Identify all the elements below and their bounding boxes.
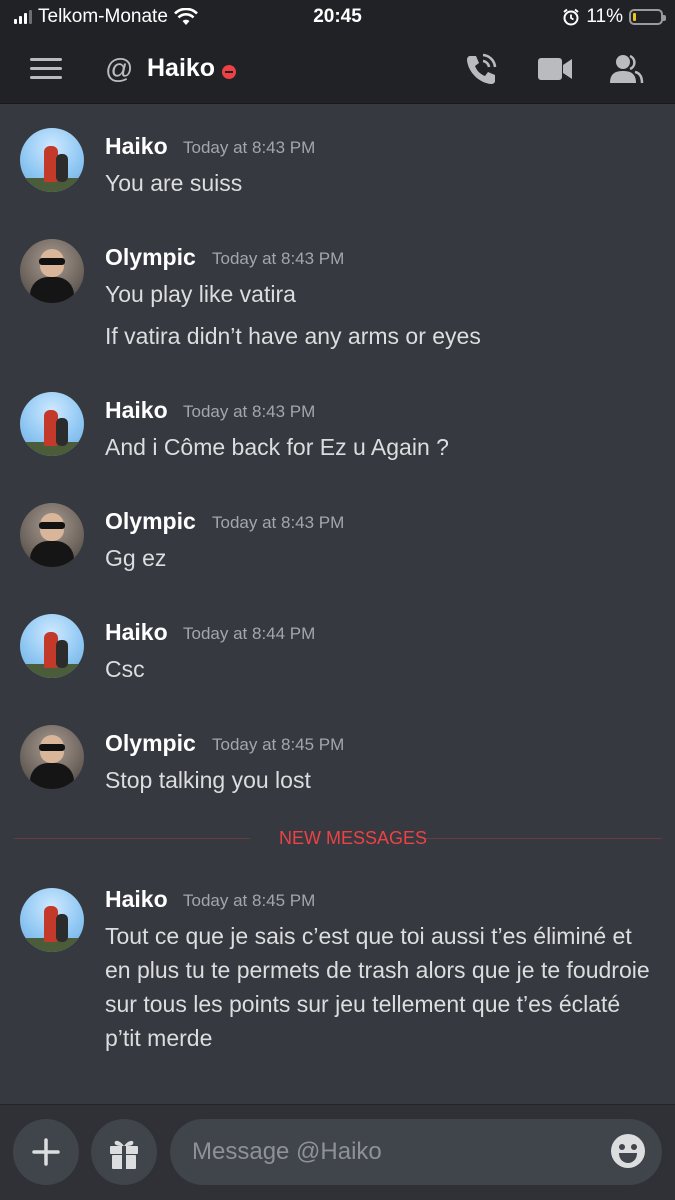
message-timestamp: Today at 8:43 PM	[183, 138, 316, 157]
avatar[interactable]	[20, 128, 84, 192]
status-bar: Telkom-Monate 20:45 11%	[0, 0, 675, 36]
plus-icon	[32, 1138, 60, 1166]
message-text: You play like vatira	[105, 281, 296, 307]
add-attachment-button[interactable]	[13, 1119, 79, 1185]
battery-icon	[629, 9, 666, 25]
dnd-status-icon	[222, 65, 236, 79]
message-timestamp: Today at 8:45 PM	[212, 735, 345, 754]
message-list[interactable]: Haiko Today at 8:43 PM You are suiss Oly…	[0, 104, 675, 1104]
at-icon: @	[105, 53, 134, 84]
message-text: If vatira didn’t have any arms or eyes	[105, 323, 481, 349]
alarm-icon	[563, 8, 580, 26]
message-text: Gg ez	[105, 545, 167, 571]
message-timestamp: Today at 8:43 PM	[212, 513, 345, 532]
message-text: And i Côme back for Ez u Again ?	[105, 434, 449, 460]
message-author[interactable]: Olympic	[105, 508, 196, 535]
message-text: Tout ce que je sais c’est que toi aussi …	[105, 923, 650, 1051]
menu-icon[interactable]	[30, 58, 62, 80]
message-author[interactable]: Haiko	[105, 886, 168, 913]
avatar[interactable]	[20, 888, 84, 952]
message-author[interactable]: Haiko	[105, 619, 168, 646]
message-text: Stop talking you lost	[105, 767, 311, 793]
avatar[interactable]	[20, 614, 84, 678]
message-input[interactable]: Message @Haiko	[170, 1119, 662, 1185]
message-timestamp: Today at 8:45 PM	[183, 891, 316, 910]
message-author[interactable]: Haiko	[105, 133, 168, 160]
members-icon[interactable]	[608, 52, 644, 86]
status-right: 11%	[562, 6, 666, 28]
new-messages-label: NEW MESSAGES	[279, 828, 428, 848]
message-timestamp: Today at 8:43 PM	[212, 249, 345, 268]
avatar[interactable]	[20, 392, 84, 456]
message-composer: Message @Haiko	[0, 1104, 675, 1200]
message-author[interactable]: Haiko	[105, 397, 168, 424]
battery-percent: 11%	[586, 6, 623, 27]
message-text: You are suiss	[105, 170, 243, 196]
new-messages-divider: NEW MESSAGES	[14, 828, 662, 848]
message-timestamp: Today at 8:43 PM	[183, 402, 316, 421]
channel-header: @ Haiko	[0, 36, 675, 104]
message-author[interactable]: Olympic	[105, 244, 196, 271]
video-icon[interactable]	[537, 56, 573, 82]
gift-button[interactable]	[91, 1119, 157, 1185]
emoji-icon[interactable]	[610, 1133, 646, 1169]
call-icon[interactable]	[464, 52, 498, 86]
avatar[interactable]	[20, 725, 84, 789]
gift-icon	[110, 1140, 138, 1169]
avatar[interactable]	[20, 503, 84, 567]
message-author[interactable]: Olympic	[105, 730, 196, 757]
message-timestamp: Today at 8:44 PM	[183, 624, 316, 643]
channel-title: Haiko	[147, 54, 216, 82]
message-text: Csc	[105, 656, 145, 682]
avatar[interactable]	[20, 239, 84, 303]
